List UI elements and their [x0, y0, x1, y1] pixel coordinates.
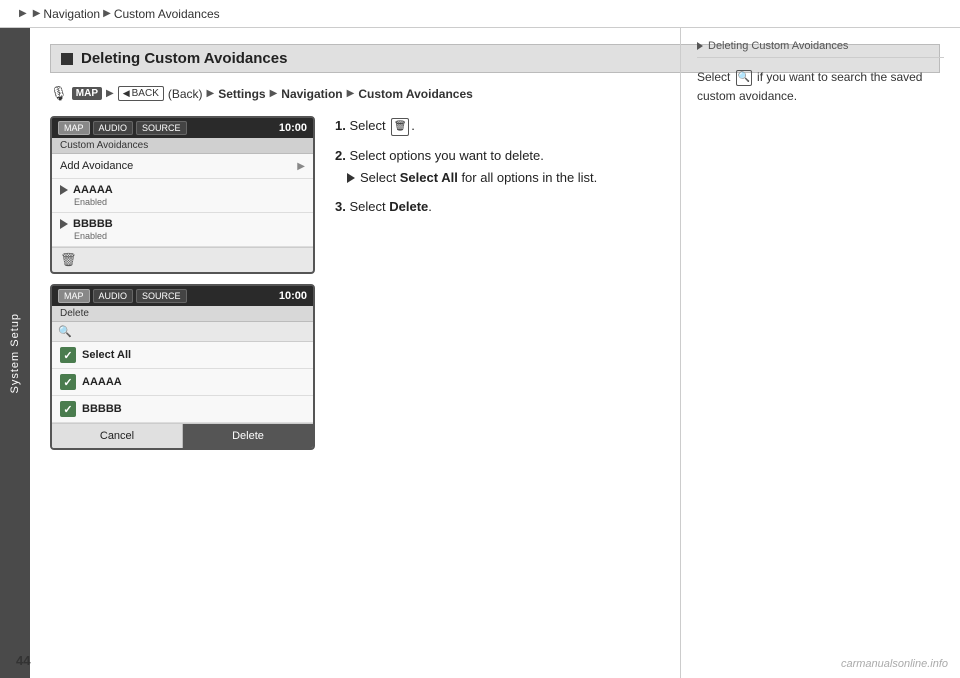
sub-tri-icon	[347, 173, 355, 183]
nav-settings: Settings	[218, 87, 265, 101]
checkbox-bbbbb[interactable]: ✓	[60, 401, 76, 417]
back-text: (Back)	[168, 87, 203, 101]
tab-map-1[interactable]: MAP	[58, 121, 90, 135]
time-2: 10:00	[279, 290, 307, 302]
arrow-right-icon2: ▶	[207, 88, 215, 99]
action-bar: Cancel Delete	[52, 423, 313, 448]
device-screen-2: MAP AUDIO SOURCE 10:00 Delete 🔍 ✓ Select…	[50, 284, 315, 450]
arrow-right-icon4: ▶	[347, 88, 355, 99]
rp-text1: Select	[697, 70, 730, 84]
back-badge: ◀ BACK	[118, 86, 164, 101]
sub-text: Select Select All for all options in the…	[360, 169, 597, 187]
delete-label-row: Delete	[52, 306, 313, 322]
trash-icon[interactable]: 🗑	[60, 252, 77, 268]
tab-source-1[interactable]: SOURCE	[136, 121, 187, 135]
check-label-selectall: Select All	[82, 349, 131, 361]
check-label-bbbbb: BBBBB	[82, 403, 122, 415]
screen-title-1: Custom Avoidances	[52, 138, 313, 154]
tab-audio-1[interactable]: AUDIO	[93, 121, 134, 135]
avoidance-status-2: Enabled	[60, 231, 107, 241]
delete-button[interactable]: Delete	[183, 424, 313, 448]
arrow-right-icon3: ▶	[270, 88, 278, 99]
breadcrumb-nav: Navigation	[43, 7, 100, 21]
search-icon: 🔍	[58, 325, 72, 338]
map-badge: MAP	[72, 87, 102, 100]
step-3-bold: Delete	[389, 199, 428, 214]
screen-bottom-1: 🗑	[52, 247, 313, 272]
section-heading-text: Deleting Custom Avoidances	[81, 50, 287, 67]
rp-text2: if you want to search the saved custom a…	[697, 70, 922, 103]
delete-label: Delete	[60, 308, 89, 319]
checkbox-selectall[interactable]: ✓	[60, 347, 76, 363]
tab-map-2[interactable]: MAP	[58, 289, 90, 303]
check-label-aaaaa: AAAAA	[82, 376, 122, 388]
avoidance-name-1: AAAAA	[60, 184, 113, 196]
page-number: 44	[16, 653, 30, 668]
nav-custom-avoidances: Custom Avoidances	[358, 87, 472, 101]
avoidance-name-2: BBBBB	[60, 218, 113, 230]
right-panel-body: Select 🔍 if you want to search the saved…	[697, 68, 944, 106]
time-1: 10:00	[279, 122, 307, 134]
menu-arrow-icon: ▶	[297, 161, 305, 172]
sidebar-label: System Setup	[9, 313, 21, 393]
back-arrow-icon: ◀	[123, 88, 130, 99]
check-row-bbbbb[interactable]: ✓ BBBBB	[52, 396, 313, 423]
step-3-period: .	[428, 199, 432, 214]
checkbox-aaaaa[interactable]: ✓	[60, 374, 76, 390]
step-2-main: Select options you want to delete.	[349, 148, 543, 163]
check-row-aaaaa[interactable]: ✓ AAAAA	[52, 369, 313, 396]
screen-body-1: Custom Avoidances Add Avoidance ▶ AAAAA …	[52, 138, 313, 247]
screen-body-2: Delete 🔍 ✓ Select All ✓ AAAAA ✓	[52, 306, 313, 448]
right-panel: Deleting Custom Avoidances Select 🔍 if y…	[680, 28, 960, 678]
tab-source-2[interactable]: SOURCE	[136, 289, 187, 303]
step-2-num: 2.	[335, 148, 346, 163]
tab-audio-2[interactable]: AUDIO	[93, 289, 134, 303]
tri-icon-2	[60, 219, 68, 229]
right-panel-title-text: Deleting Custom Avoidances	[708, 40, 848, 52]
tri-small-icon	[697, 42, 703, 50]
breadcrumb-bar: ▶ ▶ Navigation ▶ Custom Avoidances	[0, 0, 960, 28]
breadcrumb-custom: Custom Avoidances	[114, 7, 220, 21]
menu-item-aaaaa[interactable]: AAAAA Enabled	[52, 179, 313, 213]
check-row-selectall[interactable]: ✓ Select All	[52, 342, 313, 369]
screenshots-col: MAP AUDIO SOURCE 10:00 Custom Avoidances…	[50, 116, 315, 460]
menu-item-bbbbb[interactable]: BBBBB Enabled	[52, 213, 313, 247]
nav-navigation: Navigation	[281, 87, 342, 101]
sub-bold: Select All	[400, 170, 458, 185]
step-3-num: 3.	[335, 199, 346, 214]
search-row[interactable]: 🔍	[52, 322, 313, 342]
screen-topbar-2: MAP AUDIO SOURCE 10:00	[52, 286, 313, 306]
device-screen-1: MAP AUDIO SOURCE 10:00 Custom Avoidances…	[50, 116, 315, 274]
section-square-icon	[61, 53, 73, 65]
arrow-icon: ▶	[103, 8, 111, 19]
menu-item-add[interactable]: Add Avoidance ▶	[52, 154, 313, 179]
menu-add-label: Add Avoidance	[60, 160, 133, 172]
step-1-text: Select	[349, 118, 385, 133]
arrow-icon: ▶	[33, 8, 41, 19]
avoidance-status-1: Enabled	[60, 197, 107, 207]
speaker-icon: 🎙	[50, 85, 68, 102]
trash-inline-icon: 🗑	[391, 118, 409, 136]
watermark: carmanualsonline.info	[841, 658, 948, 670]
sidebar: System Setup	[0, 28, 30, 678]
screen-topbar-1: MAP AUDIO SOURCE 10:00	[52, 118, 313, 138]
tri-icon-1	[60, 185, 68, 195]
step-3-text: Select	[349, 199, 385, 214]
search-badge-icon: 🔍	[736, 70, 752, 86]
step-1-num: 1.	[335, 118, 346, 133]
right-panel-title: Deleting Custom Avoidances	[697, 40, 944, 58]
arrow-right-icon: ▶	[106, 88, 114, 99]
cancel-button[interactable]: Cancel	[52, 424, 182, 448]
back-badge-text: BACK	[132, 88, 159, 99]
arrow-icon: ▶	[19, 8, 27, 19]
